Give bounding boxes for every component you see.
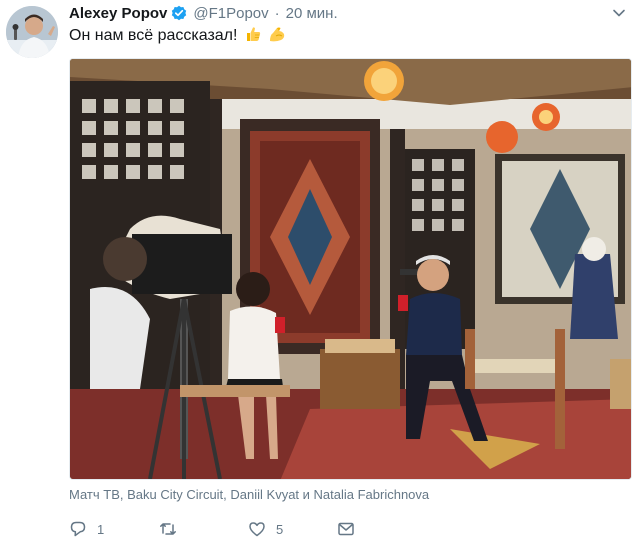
tweet-text: Он нам всё рассказал! [69, 25, 286, 46]
direct-message-button[interactable] [337, 520, 355, 538]
flexed-biceps-emoji [268, 25, 286, 43]
timestamp[interactable]: 20 мин. [286, 5, 338, 22]
photo-tags[interactable]: Матч ТВ, Baku City Circuit, Daniil Kvyat… [69, 487, 429, 502]
tweet-card[interactable]: Alexey Popov @F1Popov · 20 мин. Он нам в… [0, 0, 640, 547]
author-handle[interactable]: @F1Popov [193, 5, 268, 22]
tweet-header: Alexey Popov @F1Popov · 20 мин. [69, 3, 338, 23]
chevron-down-icon[interactable] [612, 6, 626, 20]
tweet-photo[interactable] [69, 58, 632, 480]
retweet-button[interactable] [159, 520, 187, 538]
envelope-icon [337, 520, 355, 538]
tweet-text-content: Он нам всё рассказал! [69, 27, 238, 44]
like-button[interactable]: 5 [248, 520, 283, 538]
verified-badge-icon [171, 5, 187, 21]
reply-button[interactable]: 1 [69, 520, 104, 538]
reply-count: 1 [97, 521, 105, 537]
like-count: 5 [276, 521, 284, 537]
thumbs-up-emoji [244, 25, 262, 43]
heart-icon [248, 520, 266, 538]
avatar[interactable] [6, 6, 58, 58]
author-name[interactable]: Alexey Popov [69, 5, 167, 22]
reply-icon [69, 520, 87, 538]
separator-dot: · [274, 4, 280, 22]
retweet-icon [159, 520, 177, 538]
